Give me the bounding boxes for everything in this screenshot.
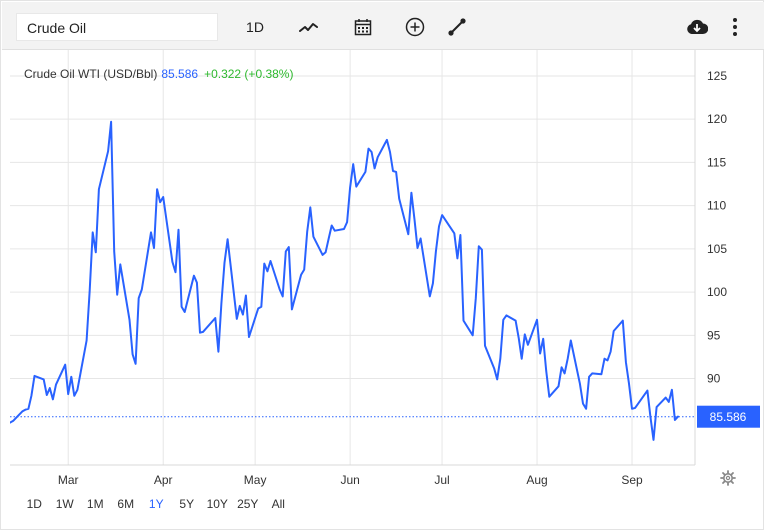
date-range-button[interactable]: [348, 12, 378, 42]
price-chart[interactable]: 90 95 100 105 110 115 120 125 Mar Apr May Jun Jul Aug…: [10, 50, 760, 488]
download-button[interactable]: [682, 12, 712, 42]
range-button-all[interactable]: All: [263, 491, 294, 517]
legend-series-name: Crude Oil WTI (USD/Bbl): [24, 67, 158, 81]
x-tick-label: Sep: [621, 473, 643, 487]
x-tick-label: Jul: [434, 473, 449, 487]
y-tick-label: 100: [707, 285, 727, 299]
price-series-line: [10, 120, 679, 441]
x-tick-label: Aug: [526, 473, 547, 487]
interval-button[interactable]: 1D: [238, 12, 272, 42]
calendar-icon: [354, 19, 372, 36]
range-button-1m[interactable]: 1M: [80, 491, 111, 517]
range-button-10y[interactable]: 10Y: [202, 491, 233, 517]
range-button-1y[interactable]: 1Y: [141, 491, 172, 517]
x-tick-label: Mar: [58, 473, 79, 487]
draw-tool-icon: [448, 18, 466, 36]
draw-tool-button[interactable]: [442, 12, 472, 42]
chart-legend: Crude Oil WTI (USD/Bbl) 85.586 +0.322 (+0.…: [24, 67, 293, 81]
gear-icon: [720, 470, 736, 486]
range-button-1d[interactable]: 1D: [19, 491, 50, 517]
chart-type-button[interactable]: [294, 12, 324, 42]
legend-price: 85.586: [161, 67, 199, 81]
range-button-5y[interactable]: 5Y: [172, 491, 203, 517]
add-comparison-icon: [405, 17, 425, 37]
chart-settings-button[interactable]: [717, 467, 739, 489]
range-button-1w[interactable]: 1W: [50, 491, 81, 517]
add-comparison-button[interactable]: [400, 12, 430, 42]
y-tick-label: 125: [707, 69, 727, 83]
legend-change: +0.322 (+0.38%): [204, 67, 294, 81]
time-range-selector: 1D 1W 1M 6M 1Y 5Y 10Y 25Y All: [19, 491, 294, 517]
x-tick-label: May: [244, 473, 267, 487]
range-button-6m[interactable]: 6M: [111, 491, 142, 517]
download-icon: [687, 19, 708, 34]
y-tick-label: 120: [707, 112, 727, 126]
chart-widget: Crude Oil 1D 90 95 100 105 110 115 120 1…: [0, 0, 764, 530]
x-tick-label: Jun: [340, 473, 359, 487]
chart-toolbar: Crude Oil 1D: [2, 2, 764, 50]
y-tick-label: 115: [707, 155, 726, 169]
y-tick-label: 110: [707, 199, 726, 213]
symbol-search-input[interactable]: Crude Oil: [16, 13, 218, 41]
x-tick-label: Apr: [154, 473, 173, 487]
y-tick-label: 95: [707, 328, 721, 342]
range-button-25y[interactable]: 25Y: [233, 491, 264, 517]
y-tick-label: 105: [707, 242, 727, 256]
more-menu-button[interactable]: [720, 12, 750, 42]
more-menu-icon: [733, 18, 737, 36]
y-tick-label: 90: [707, 372, 721, 386]
last-price-label: 85.586: [710, 410, 747, 424]
chart-type-icon: [299, 23, 318, 32]
